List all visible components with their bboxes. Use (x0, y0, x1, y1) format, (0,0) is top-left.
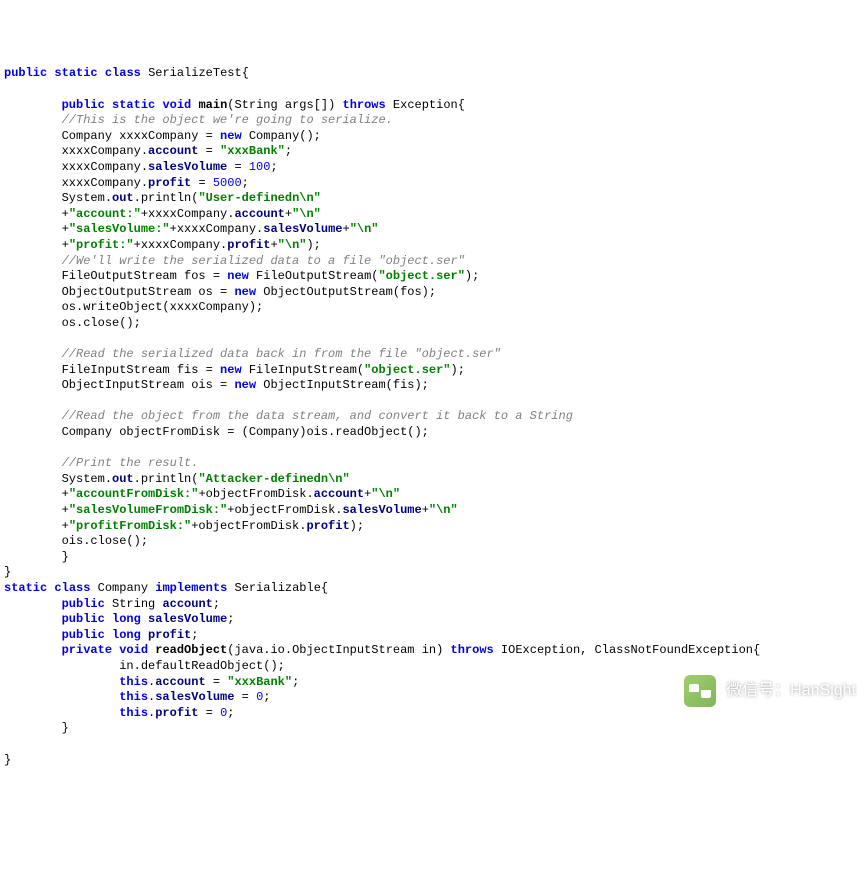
code-line: os.writeObject(xxxxCompany); (4, 300, 862, 316)
code-line: } (4, 550, 862, 566)
code-line: private void readObject(java.io.ObjectIn… (4, 643, 862, 659)
code-line: //We'll write the serialized data to a f… (4, 254, 862, 270)
code-line: this.profit = 0; (4, 706, 862, 722)
code-line: } (4, 565, 862, 581)
code-line: xxxxCompany.salesVolume = 100; (4, 160, 862, 176)
code-line: Company objectFromDisk = (Company)ois.re… (4, 425, 862, 441)
wechat-icon (684, 675, 716, 707)
code-line (4, 82, 862, 98)
code-line: System.out.println("User-definedn\n" (4, 191, 862, 207)
code-line: FileInputStream fis = new FileInputStrea… (4, 363, 862, 379)
watermark-text: 微信号：HanSight (726, 681, 856, 702)
code-line: //Read the object from the data stream, … (4, 409, 862, 425)
code-line: //Read the serialized data back in from … (4, 347, 862, 363)
code-line: +"accountFromDisk:"+objectFromDisk.accou… (4, 487, 862, 503)
code-line: public long salesVolume; (4, 612, 862, 628)
code-line: +"account:"+xxxxCompany.account+"\n" (4, 207, 862, 223)
code-line (4, 331, 862, 347)
code-line: in.defaultReadObject(); (4, 659, 862, 675)
code-line: FileOutputStream fos = new FileOutputStr… (4, 269, 862, 285)
code-line: ois.close(); (4, 534, 862, 550)
code-line (4, 737, 862, 753)
code-line: ObjectOutputStream os = new ObjectOutput… (4, 285, 862, 301)
code-line: +"salesVolume:"+xxxxCompany.salesVolume+… (4, 222, 862, 238)
code-line: public String account; (4, 597, 862, 613)
code-line: } (4, 721, 862, 737)
code-line (4, 394, 862, 410)
code-line: static class Company implements Serializ… (4, 581, 862, 597)
code-line: ObjectInputStream ois = new ObjectInputS… (4, 378, 862, 394)
code-line (4, 441, 862, 457)
code-line: public long profit; (4, 628, 862, 644)
code-line: //This is the object we're going to seri… (4, 113, 862, 129)
code-block: public static class SerializeTest{ publi… (4, 66, 862, 768)
code-line: +"profitFromDisk:"+objectFromDisk.profit… (4, 519, 862, 535)
watermark: 微信号：HanSight (684, 675, 856, 707)
code-line: public static class SerializeTest{ (4, 66, 862, 82)
code-line: xxxxCompany.account = "xxxBank"; (4, 144, 862, 160)
code-line: +"profit:"+xxxxCompany.profit+"\n"); (4, 238, 862, 254)
code-line: xxxxCompany.profit = 5000; (4, 176, 862, 192)
code-line: //Print the result. (4, 456, 862, 472)
code-line: System.out.println("Attacker-definedn\n" (4, 472, 862, 488)
code-line: Company xxxxCompany = new Company(); (4, 129, 862, 145)
code-line: +"salesVolumeFromDisk:"+objectFromDisk.s… (4, 503, 862, 519)
code-line: os.close(); (4, 316, 862, 332)
code-line: public static void main(String args[]) t… (4, 98, 862, 114)
code-line: } (4, 753, 862, 769)
